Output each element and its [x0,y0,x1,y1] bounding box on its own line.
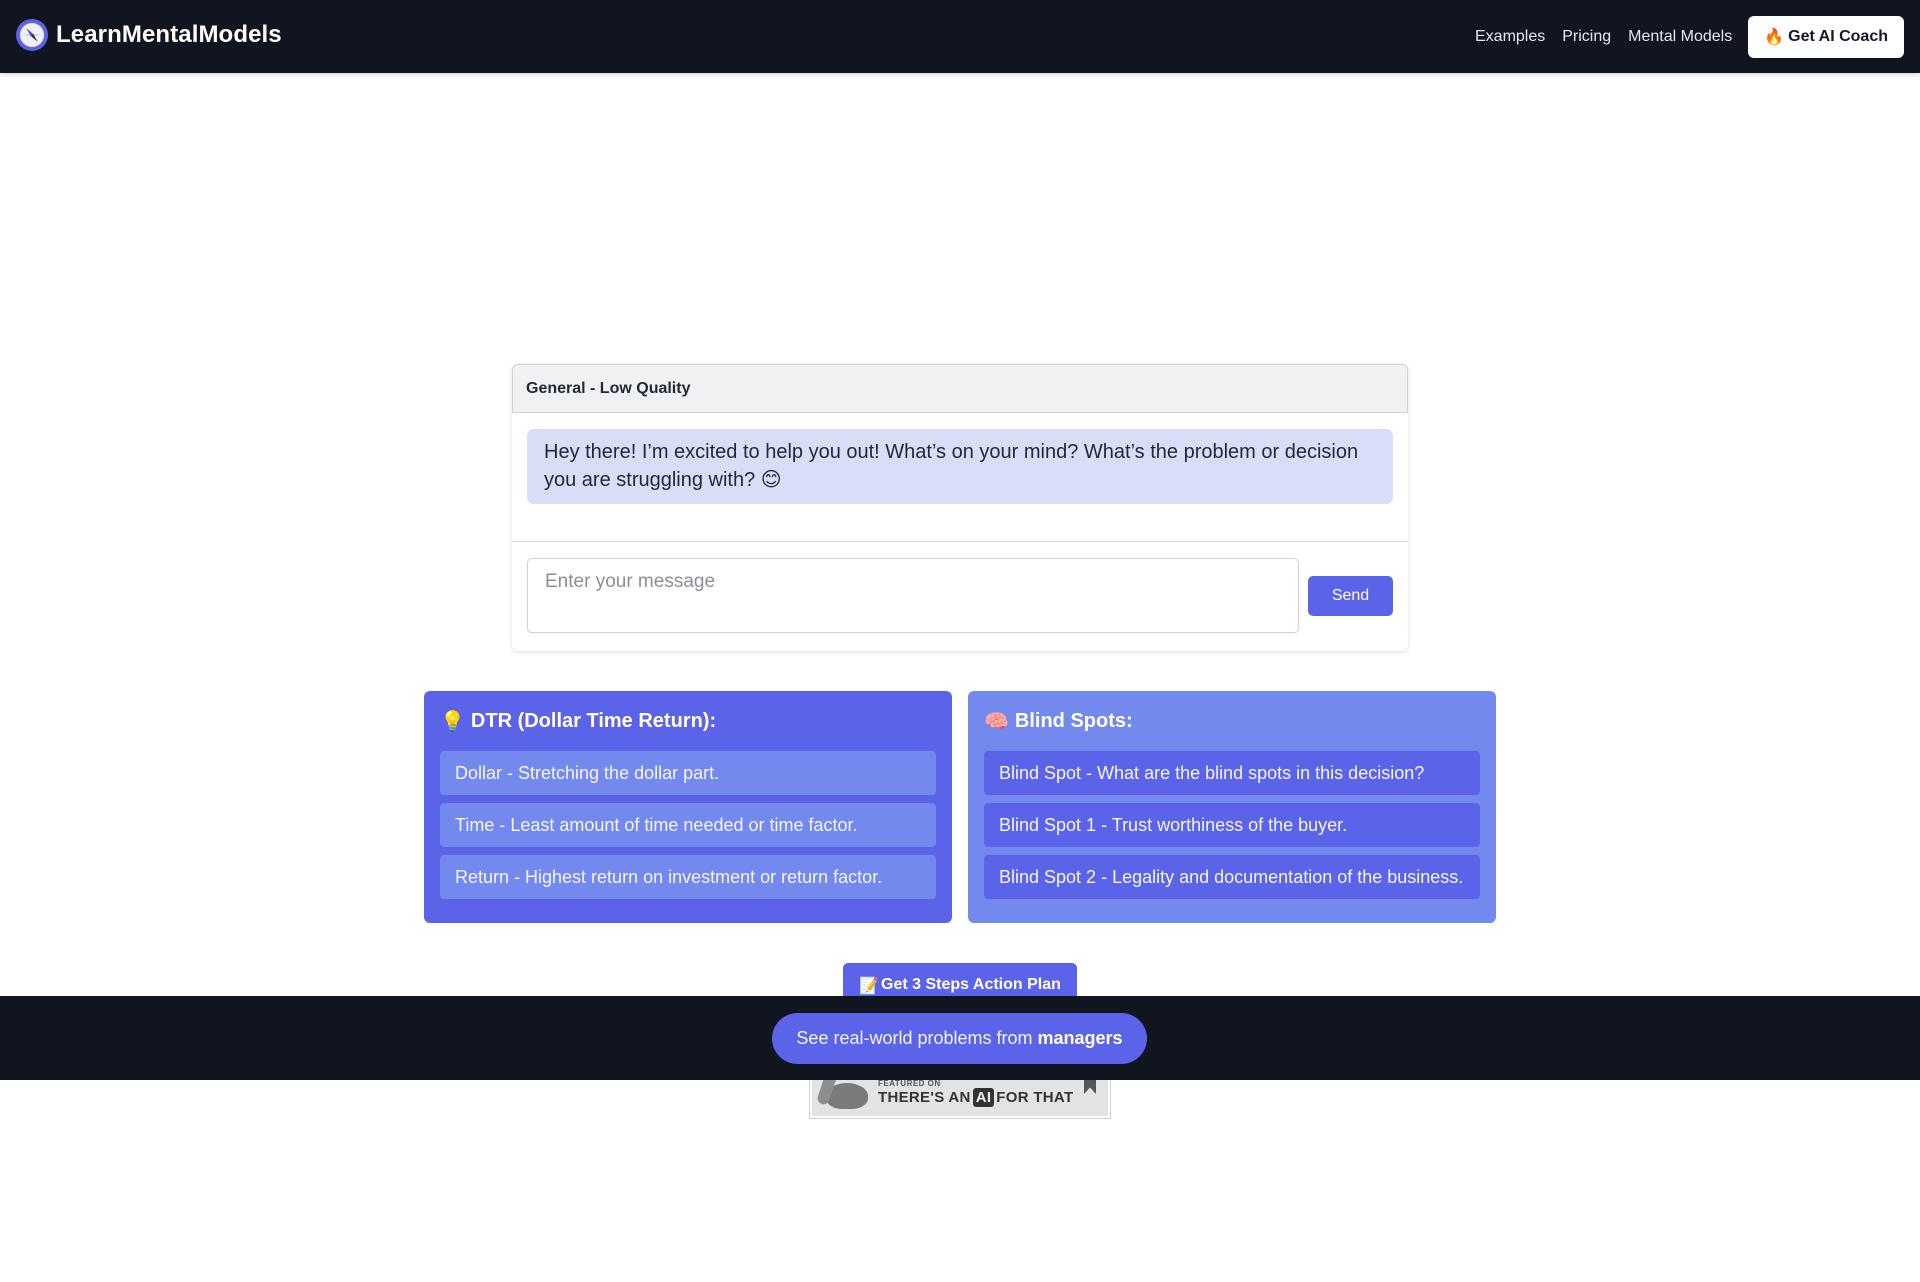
insight-panels: 💡 DTR (Dollar Time Return): Dollar - Str… [424,691,1496,923]
blind-spots-panel: 🧠 Blind Spots: Blind Spot - What are the… [968,691,1496,923]
blind-spot-item: Blind Spot - What are the blind spots in… [984,751,1480,795]
bottom-bar: See real-world problems from managers [0,996,1920,1080]
dtr-panel-title: 💡 DTR (Dollar Time Return): [440,707,936,735]
featured-big-text: THERE'S AN AI FOR THAT [878,1088,1073,1107]
real-world-problems-emphasis: managers [1037,1027,1123,1048]
blind-spots-panel-title: 🧠 Blind Spots: [984,707,1480,735]
nav-links: Examples Pricing Mental Models 🔥 Get AI … [1475,15,1904,58]
assistant-message: Hey there! I’m excited to help you out! … [527,429,1393,504]
nav-link-examples[interactable]: Examples [1475,28,1545,46]
fire-icon: 🔥 [1764,28,1785,46]
dtr-item-time: Time - Least amount of time needed or ti… [440,803,936,847]
chat-messages: Hey there! I’m excited to help you out! … [512,413,1408,542]
featured-before: THERE'S AN [878,1089,971,1106]
chat-input-row: Send [512,542,1408,633]
featured-logo-icon [826,1083,868,1109]
featured-after: FOR THAT [996,1089,1074,1106]
blind-spot-item: Blind Spot 2 - Legality and documentatio… [984,855,1480,899]
dtr-panel: 💡 DTR (Dollar Time Return): Dollar - Str… [424,691,952,923]
real-world-problems-prefix: See real-world problems from [796,1027,1033,1048]
dtr-title-text: DTR (Dollar Time Return): [470,709,717,732]
nav-link-mental-models[interactable]: Mental Models [1628,28,1732,46]
top-nav: LearnMentalModels Examples Pricing Menta… [0,0,1920,73]
featured-ai-chip: AI [972,1088,995,1107]
chat-header: General - Low Quality [512,364,1408,413]
compass-icon [16,18,48,51]
blind-spot-item: Blind Spot 1 - Trust worthiness of the b… [984,803,1480,847]
brain-icon: 🧠 [984,710,1009,733]
get-ai-coach-button[interactable]: 🔥 Get AI Coach [1748,15,1904,58]
featured-text: FEATURED ON THERE'S AN AI FOR THAT [878,1079,1073,1107]
nav-link-pricing[interactable]: Pricing [1562,28,1611,46]
message-input[interactable] [527,558,1299,633]
lightbulb-icon: 💡 [440,710,465,733]
brand-link[interactable]: LearnMentalModels [16,18,282,51]
get-ai-coach-label: Get AI Coach [1788,27,1888,45]
blind-spots-title-text: Blind Spots: [1014,709,1133,732]
chat-card: General - Low Quality Hey there! I’m exc… [512,364,1408,651]
dtr-item-dollar: Dollar - Stretching the dollar part. [440,751,936,795]
send-button[interactable]: Send [1308,575,1393,616]
dtr-item-return: Return - Highest return on investment or… [440,855,936,899]
featured-small-text: FEATURED ON [878,1079,941,1088]
brand-name: LearnMentalModels [56,20,282,48]
real-world-problems-button[interactable]: See real-world problems from managers [772,1012,1147,1064]
